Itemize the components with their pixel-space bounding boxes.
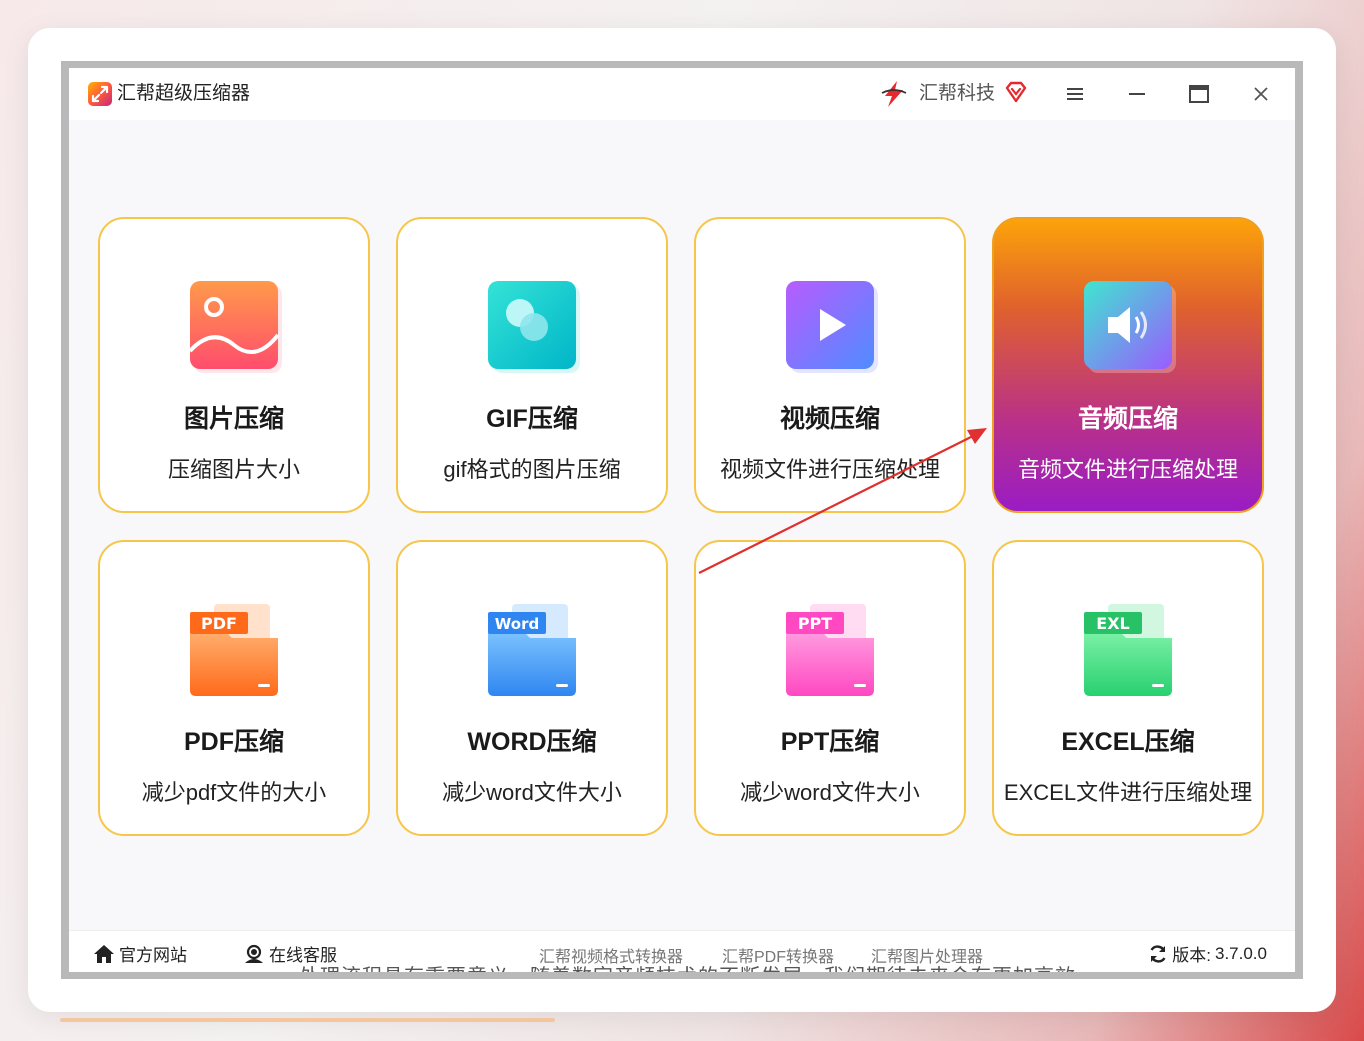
app-body: 汇帮超级压缩器 汇帮科技 图片压缩 压缩图片大小 GIF压缩 gif格式的图片压… xyxy=(69,68,1295,972)
excel-folder-icon: EXL xyxy=(1084,604,1172,696)
pdf-folder-icon: PDF xyxy=(190,604,278,696)
card-pdf-compress[interactable]: PDF PDF压缩 减少pdf文件的大小 xyxy=(98,540,370,836)
card-image-compress[interactable]: 图片压缩 压缩图片大小 xyxy=(98,217,370,513)
svg-text:PPT: PPT xyxy=(798,614,832,633)
card-title: EXCEL压缩 xyxy=(1061,728,1195,756)
ppt-folder-icon: PPT xyxy=(786,604,874,696)
card-title: 音频压缩 xyxy=(1077,405,1178,433)
card-desc: gif格式的图片压缩 xyxy=(443,457,621,482)
support-agent-icon xyxy=(245,944,263,963)
card-title: PPT压缩 xyxy=(780,728,880,756)
version-number: 3.7.0.0 xyxy=(1215,943,1267,963)
card-title: 图片压缩 xyxy=(183,405,284,433)
svg-text:Word: Word xyxy=(495,615,539,633)
gif-icon xyxy=(488,281,580,373)
audio-speaker-icon xyxy=(1084,281,1176,373)
card-title: 视频压缩 xyxy=(779,405,880,433)
version-info[interactable]: 版本: 3.7.0.0 xyxy=(1148,941,1267,966)
maximize-icon xyxy=(1189,85,1209,103)
annotation-arrow xyxy=(698,428,987,574)
background-document-text: 处理流程具有重要意义。随着数字音频技术的不断发展，我们期待未来会有更加高效 xyxy=(299,960,1076,972)
version-label: 版本: xyxy=(1172,946,1211,965)
svg-text:EXL: EXL xyxy=(1096,614,1129,633)
official-website-link[interactable]: 官方网站 xyxy=(93,941,187,966)
card-desc: 音频文件进行压缩处理 xyxy=(1017,457,1238,482)
card-excel-compress[interactable]: EXL EXCEL压缩 EXCEL文件进行压缩处理 xyxy=(992,540,1264,836)
card-desc: 减少pdf文件的大小 xyxy=(141,780,327,805)
card-ppt-compress[interactable]: PPT PPT压缩 减少word文件大小 xyxy=(694,540,966,836)
card-title: PDF压缩 xyxy=(183,728,284,756)
svg-text:PDF: PDF xyxy=(201,614,237,633)
app-window: 汇帮超级压缩器 汇帮科技 图片压缩 压缩图片大小 GIF压缩 gif格式的图片压… xyxy=(61,61,1303,979)
close-icon xyxy=(1254,87,1268,101)
card-desc: 视频文件进行压缩处理 xyxy=(719,457,940,482)
card-audio-compress[interactable]: 音频压缩 音频文件进行压缩处理 xyxy=(992,217,1264,513)
card-desc: 减少word文件大小 xyxy=(442,780,622,805)
word-folder-icon: Word xyxy=(488,604,576,696)
minimize-icon xyxy=(1129,93,1145,95)
close-button[interactable] xyxy=(1245,78,1277,110)
card-title: WORD压缩 xyxy=(467,728,597,756)
progress-line xyxy=(60,1018,555,1022)
refresh-icon xyxy=(1150,944,1166,963)
minimize-button[interactable] xyxy=(1121,78,1153,110)
card-gif-compress[interactable]: GIF压缩 gif格式的图片压缩 xyxy=(396,217,668,513)
app-title: 汇帮超级压缩器 xyxy=(117,83,251,104)
card-desc: 压缩图片大小 xyxy=(167,457,300,482)
video-play-icon xyxy=(786,281,878,373)
card-video-compress[interactable]: 视频压缩 视频文件进行压缩处理 xyxy=(694,217,966,513)
card-word-compress[interactable]: Word WORD压缩 减少word文件大小 xyxy=(396,540,668,836)
card-desc: 减少word文件大小 xyxy=(740,780,920,805)
menu-button[interactable] xyxy=(1059,78,1091,110)
brand-logo-icon xyxy=(881,81,907,107)
image-icon xyxy=(188,281,282,373)
maximize-button[interactable] xyxy=(1183,78,1215,110)
official-website-label: 官方网站 xyxy=(119,946,187,965)
vip-diamond-icon[interactable] xyxy=(1004,80,1028,104)
brand-name: 汇帮科技 xyxy=(919,83,996,104)
title-bar: 汇帮超级压缩器 汇帮科技 xyxy=(69,68,1295,120)
card-title: GIF压缩 xyxy=(486,405,578,433)
app-logo-icon xyxy=(88,82,112,106)
card-desc: EXCEL文件进行压缩处理 xyxy=(1003,780,1253,805)
home-icon xyxy=(94,944,114,963)
hamburger-icon xyxy=(1067,88,1083,100)
